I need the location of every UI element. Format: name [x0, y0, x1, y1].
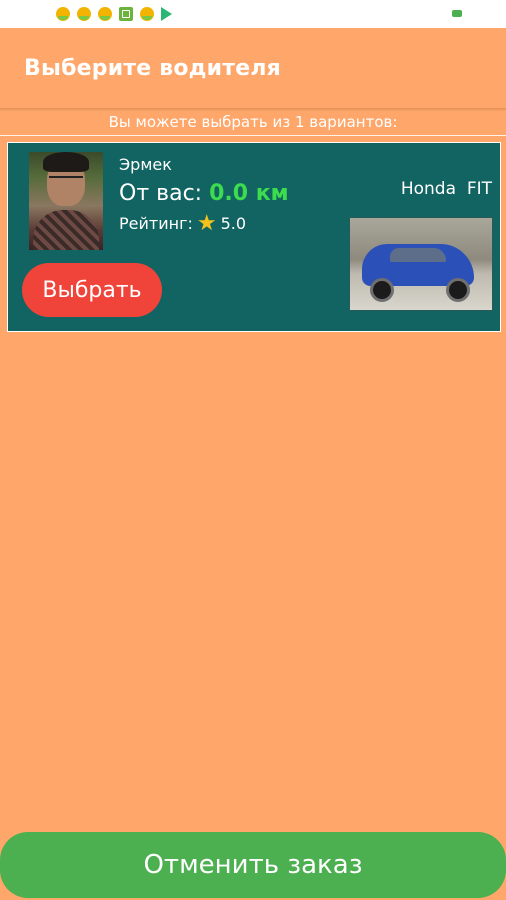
battery-icon: [452, 10, 462, 17]
notification-icons: [56, 7, 172, 21]
rating-value: 5.0: [220, 214, 247, 233]
play-store-icon: [161, 7, 172, 21]
distance-value: 0.0 км: [209, 181, 289, 206]
driver-avatar: [29, 152, 103, 250]
distance-label: От вас:: [119, 181, 203, 206]
user-face-icon: [98, 7, 112, 21]
star-icon: ★: [196, 210, 217, 236]
user-face-icon: [77, 7, 91, 21]
driver-distance: От вас: 0.0 км: [119, 181, 289, 206]
list-header: Вы можете выбрать из 1 вариантов:: [108, 113, 398, 131]
user-face-icon: [140, 7, 154, 21]
user-face-icon: [56, 7, 70, 21]
divider: [0, 135, 506, 136]
app-bar: Выберите водителя: [0, 28, 506, 109]
rating-label: Рейтинг:: [119, 214, 193, 233]
driver-name: Эрмек: [119, 155, 172, 174]
driver-rating: Рейтинг: ★ 5.0: [119, 210, 247, 236]
driver-card[interactable]: Эрмек От вас: 0.0 км Рейтинг: ★ 5.0 Hond…: [7, 142, 501, 332]
app-box-icon: [119, 7, 133, 21]
page-title: Выберите водителя: [24, 56, 281, 81]
status-bar: [0, 0, 506, 28]
car-photo: [349, 217, 493, 311]
car-model: Honda FIT: [400, 179, 492, 199]
cancel-order-button[interactable]: Отменить заказ: [0, 832, 506, 898]
select-driver-button[interactable]: Выбрать: [22, 263, 162, 317]
